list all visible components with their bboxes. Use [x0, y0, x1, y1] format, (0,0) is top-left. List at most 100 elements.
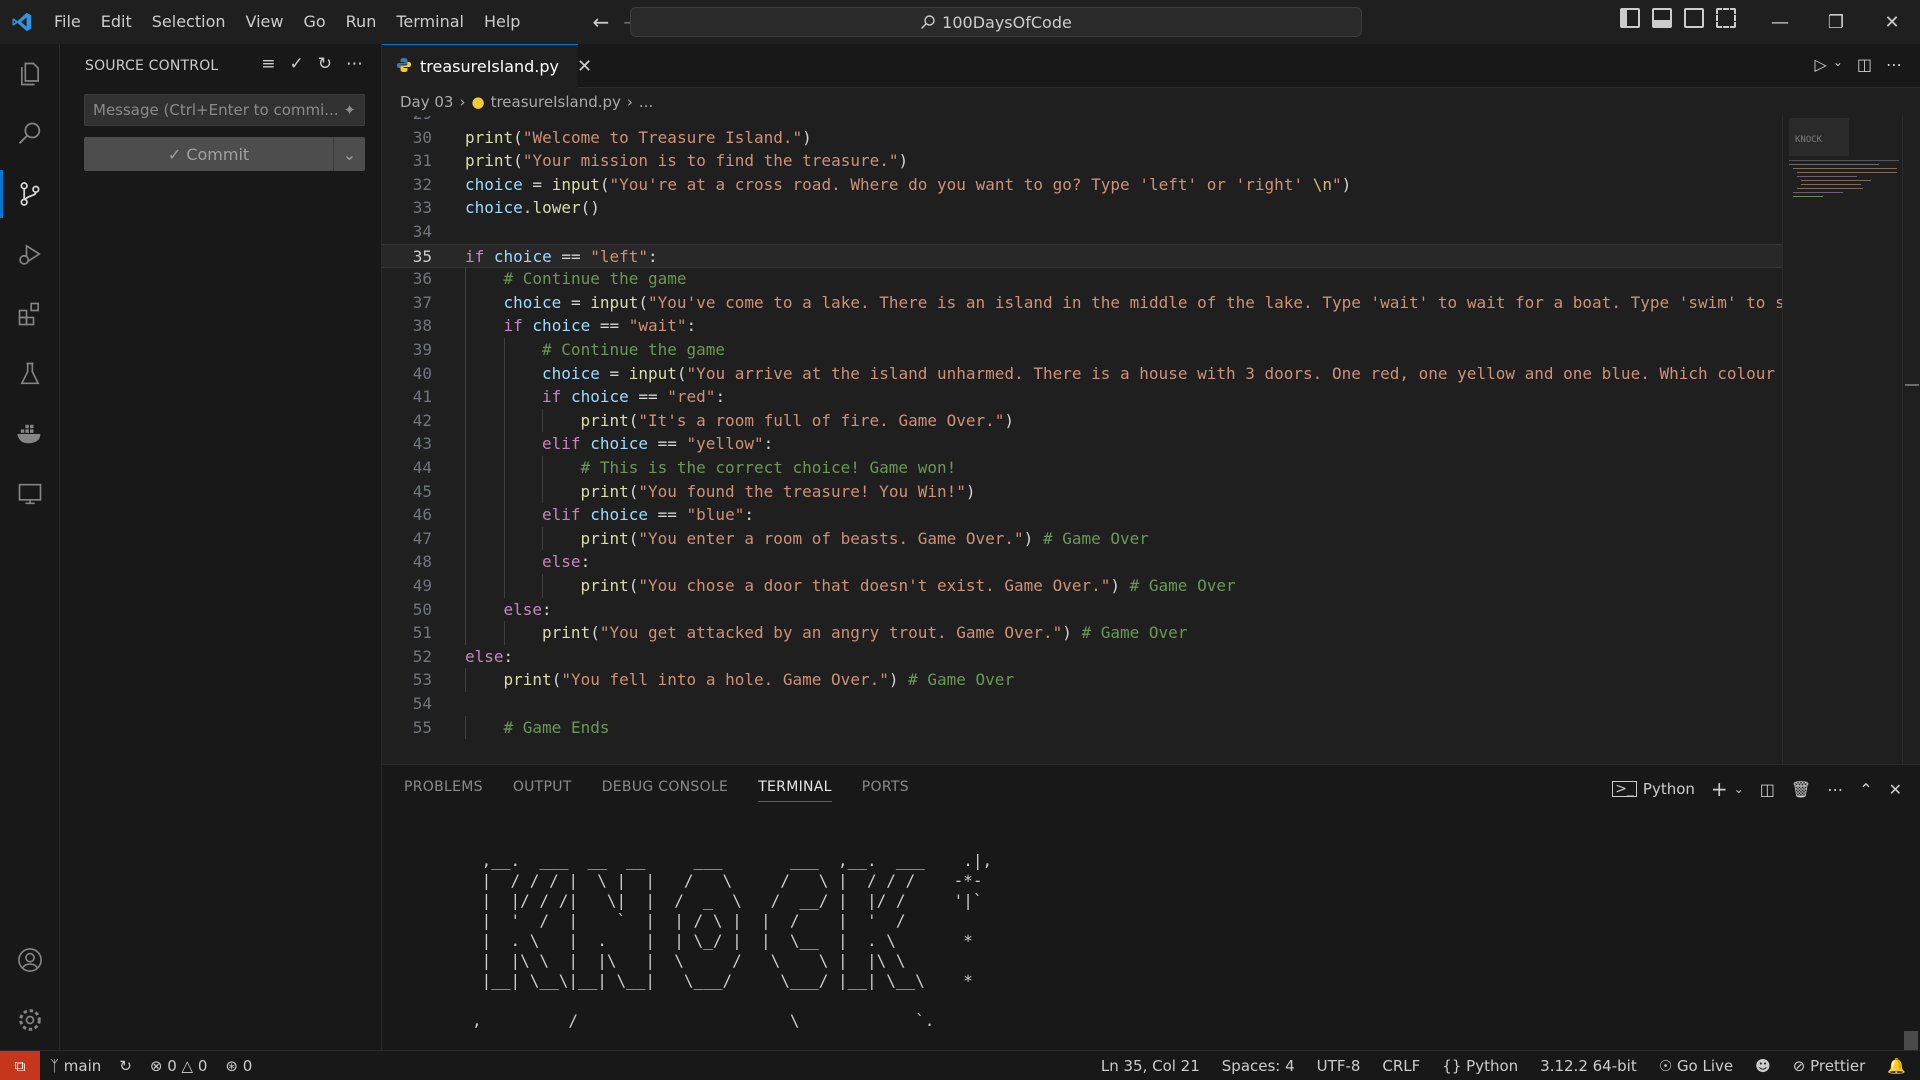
menu-edit[interactable]: Edit	[91, 0, 142, 44]
encoding[interactable]: UTF-8	[1317, 1057, 1361, 1075]
code-line[interactable]: 32 choice = input("You're at a cross road…	[382, 173, 1782, 197]
go-live[interactable]: ☉ Go Live	[1659, 1057, 1733, 1075]
language-mode[interactable]: {} Python	[1442, 1057, 1518, 1075]
new-terminal-plus-icon[interactable]: +	[1711, 777, 1728, 801]
terminal-shell-name[interactable]: Python	[1643, 780, 1695, 798]
code-line[interactable]: 42 print("It's a room full of fire. Game …	[382, 408, 1782, 433]
refresh-icon[interactable]: ↻	[318, 54, 332, 74]
code-line[interactable]: 39 # Continue the game	[382, 338, 1782, 362]
code-editor[interactable]: 2930 print("Welcome to Treasure Island.")…	[382, 116, 1782, 764]
run-python-file-icon[interactable]: ▷	[1815, 55, 1827, 74]
terminal-output[interactable]: ,__. ___ __ __ ___ ___ ,__. ___ .|, | / …	[472, 851, 992, 1031]
code-line[interactable]: 30 print("Welcome to Treasure Island.")	[382, 126, 1782, 150]
code-line[interactable]: 37 choice = input("You've come to a lake.…	[382, 290, 1782, 315]
breadcrumb-symbols[interactable]: ...	[639, 93, 653, 111]
tab-ports[interactable]: PORTS	[862, 779, 909, 795]
code-line[interactable]: 45 print("You found the treasure! You Win…	[382, 479, 1782, 504]
code-line[interactable]: 41 if choice == "red":	[382, 385, 1782, 409]
menu-file[interactable]: File	[44, 0, 91, 44]
toggle-panel-icon[interactable]	[1652, 8, 1672, 28]
remote-explorer-icon[interactable]	[0, 464, 60, 524]
maximize-panel-chevron-up-icon[interactable]: ⌃	[1859, 780, 1872, 799]
editor-more-icon[interactable]: ⋯	[1886, 55, 1902, 74]
source-control-icon[interactable]	[0, 164, 60, 224]
menu-go[interactable]: Go	[293, 0, 335, 44]
commit-button[interactable]: ✓ Commit ⌄	[84, 137, 365, 171]
branch-status[interactable]: ᛉ main	[50, 1057, 101, 1075]
commit-message-input[interactable]: Message (Ctrl+Enter to commi... ✦	[84, 94, 365, 126]
code-line[interactable]: 31 print("Your mission is to find the tre…	[382, 149, 1782, 173]
explorer-icon[interactable]	[0, 44, 60, 104]
code-line[interactable]: 54	[382, 692, 1782, 716]
docker-icon[interactable]	[0, 404, 60, 464]
testing-flask-icon[interactable]	[0, 344, 60, 404]
accounts-icon[interactable]	[0, 930, 60, 990]
commit-check-icon[interactable]: ✓	[290, 54, 304, 74]
code-line[interactable]: 34	[382, 220, 1782, 244]
tab-debug-console[interactable]: DEBUG CONSOLE	[602, 779, 729, 795]
breadcrumb-file[interactable]: treasureIsland.py	[491, 93, 621, 111]
restore-icon[interactable]: ❐	[1808, 0, 1864, 44]
toggle-primary-sidebar-icon[interactable]	[1620, 8, 1640, 28]
code-line[interactable]: 52 else:	[382, 645, 1782, 669]
copilot-icon[interactable]: ☻	[1755, 1057, 1771, 1075]
code-line[interactable]: 44 # This is the correct choice! Game won…	[382, 456, 1782, 480]
menu-terminal[interactable]: Terminal	[386, 0, 474, 44]
code-line[interactable]: 33 choice.lower()	[382, 196, 1782, 220]
code-line[interactable]: 46 elif choice == "blue":	[382, 503, 1782, 527]
code-line[interactable]: 53 print("You fell into a hole. Game Over…	[382, 668, 1782, 692]
kill-terminal-trash-icon[interactable]: 🗑	[1791, 780, 1811, 799]
close-tab-icon[interactable]: ✕	[577, 56, 592, 77]
minimize-icon[interactable]: —	[1752, 0, 1808, 44]
prettier[interactable]: ⊘ Prettier	[1793, 1057, 1866, 1075]
split-terminal-icon[interactable]: ◫	[1760, 780, 1775, 799]
code-line[interactable]: 40 choice = input("You arrive at the isla…	[382, 361, 1782, 386]
code-line[interactable]: 43 elif choice == "yellow":	[382, 432, 1782, 456]
settings-gear-icon[interactable]	[0, 990, 60, 1050]
python-interpreter[interactable]: 3.12.2 64-bit	[1540, 1057, 1637, 1075]
search-view-icon[interactable]	[0, 104, 60, 164]
close-panel-icon[interactable]: ✕	[1889, 780, 1902, 799]
notifications-bell-icon[interactable]: 🔔	[1887, 1057, 1906, 1075]
code-line[interactable]: 29	[382, 116, 1782, 126]
code-line[interactable]: 50 else:	[382, 597, 1782, 622]
panel-more-icon[interactable]: ⋯	[1827, 780, 1843, 799]
more-actions-icon[interactable]: ⋯	[346, 54, 363, 74]
back-arrow-icon[interactable]: ←	[592, 10, 609, 34]
tab-treasureisland[interactable]: treasureIsland.py ✕	[382, 44, 592, 88]
code-line[interactable]: 49 print("You chose a door that doesn't e…	[382, 574, 1782, 598]
code-line[interactable]: 47 print("You enter a room of beasts. Gam…	[382, 526, 1782, 551]
terminal-scrollbar[interactable]	[1902, 809, 1920, 1051]
customize-layout-icon[interactable]	[1716, 8, 1736, 28]
remote-indicator-icon[interactable]: ⧉	[0, 1050, 40, 1080]
code-line[interactable]: 51 print("You get attacked by an angry tr…	[382, 621, 1782, 645]
tab-output[interactable]: OUTPUT	[513, 779, 572, 795]
close-window-icon[interactable]: ✕	[1864, 0, 1920, 44]
minimap[interactable]: KNOCK	[1782, 116, 1902, 764]
run-dropdown-chevron-icon[interactable]: ⌄	[1833, 55, 1843, 74]
code-line[interactable]: 38 if choice == "wait":	[382, 314, 1782, 338]
sync-icon[interactable]: ↻	[119, 1057, 132, 1075]
editor-scrollbar[interactable]	[1902, 116, 1920, 764]
run-debug-icon[interactable]	[0, 224, 60, 284]
toggle-secondary-sidebar-icon[interactable]	[1684, 8, 1704, 28]
end-of-line[interactable]: CRLF	[1382, 1057, 1420, 1075]
tab-problems[interactable]: PROBLEMS	[404, 779, 483, 795]
terminal-dropdown-chevron-icon[interactable]: ⌄	[1734, 782, 1744, 796]
command-center-search[interactable]: 100DaysOfCode	[630, 7, 1362, 37]
code-line[interactable]: 35 if choice == "left":	[382, 243, 1782, 268]
split-editor-icon[interactable]: ◫	[1857, 55, 1872, 74]
problems-status[interactable]: ⊗ 0 △ 0	[150, 1057, 208, 1075]
cursor-position[interactable]: Ln 35, Col 21	[1101, 1057, 1200, 1075]
menu-view[interactable]: View	[236, 0, 294, 44]
menu-help[interactable]: Help	[474, 0, 530, 44]
code-line[interactable]: 55 # Game Ends	[382, 715, 1782, 740]
ports-status[interactable]: ⊛ 0	[225, 1057, 252, 1075]
menu-run[interactable]: Run	[336, 0, 387, 44]
indentation[interactable]: Spaces: 4	[1222, 1057, 1295, 1075]
tab-terminal[interactable]: TERMINAL	[758, 779, 832, 802]
breadcrumb-folder[interactable]: Day 03	[400, 93, 453, 111]
menu-selection[interactable]: Selection	[142, 0, 236, 44]
commit-dropdown-chevron-icon[interactable]: ⌄	[333, 137, 365, 171]
sparkle-icon[interactable]: ✦	[343, 101, 356, 119]
